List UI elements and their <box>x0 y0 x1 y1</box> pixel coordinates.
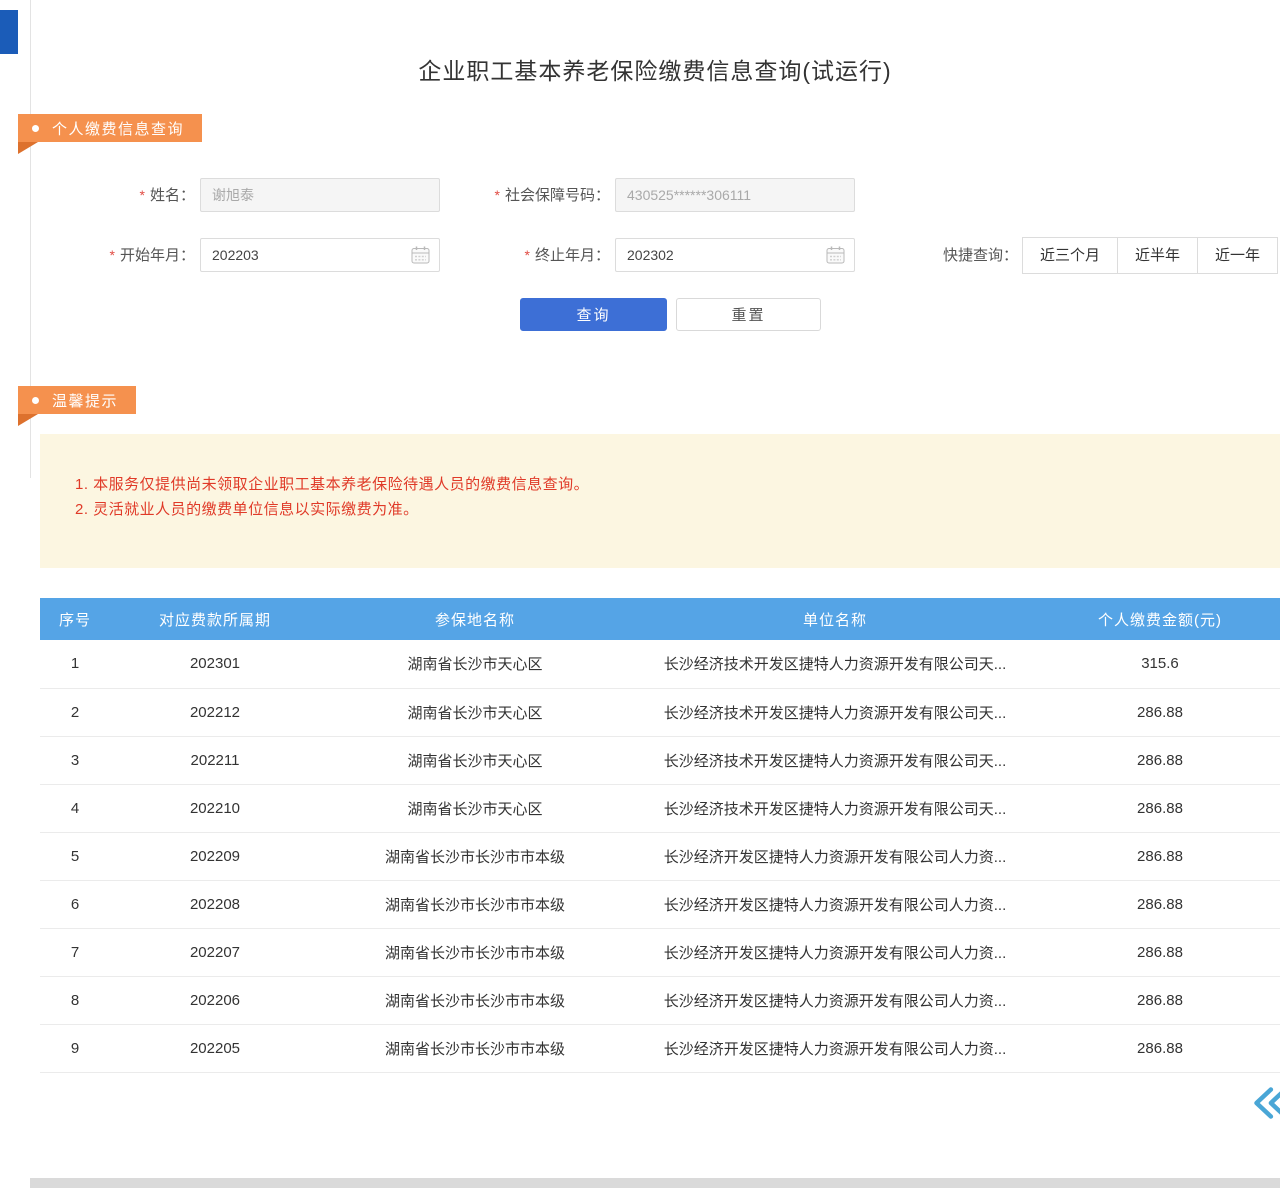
end-month-input[interactable] <box>615 238 855 272</box>
start-month-label: *开始年月： <box>40 238 195 272</box>
query-button[interactable]: 查询 <box>520 298 667 331</box>
table-row: 1 202301 湖南省长沙市天心区 长沙经济技术开发区捷特人力资源开发有限公司… <box>40 640 1280 688</box>
cell-amount: 286.88 <box>1040 1024 1280 1072</box>
bullet-icon <box>32 125 39 132</box>
table-row: 8 202206 湖南省长沙市长沙市市本级 长沙经济开发区捷特人力资源开发有限公… <box>40 976 1280 1024</box>
cell-index: 9 <box>40 1024 110 1072</box>
required-mark: * <box>495 187 500 203</box>
cell-insured-place: 湖南省长沙市天心区 <box>320 784 630 832</box>
cell-unit-name: 长沙经济开发区捷特人力资源开发有限公司人力资... <box>630 976 1040 1024</box>
cell-unit-name: 长沙经济技术开发区捷特人力资源开发有限公司天... <box>630 640 1040 688</box>
required-mark: * <box>110 247 115 263</box>
section-badge-label: 温馨提示 <box>52 390 118 411</box>
required-mark: * <box>140 187 145 203</box>
start-month-input[interactable] <box>200 238 440 272</box>
cell-period: 202205 <box>110 1024 320 1072</box>
cell-index: 4 <box>40 784 110 832</box>
calendar-icon[interactable] <box>826 246 845 264</box>
results-table: 序号 对应费款所属期 参保地名称 单位名称 个人缴费金额(元) 1 202301… <box>40 598 1280 1073</box>
table-row: 7 202207 湖南省长沙市长沙市市本级 长沙经济开发区捷特人力资源开发有限公… <box>40 928 1280 976</box>
name-input[interactable] <box>200 178 440 212</box>
cell-unit-name: 长沙经济技术开发区捷特人力资源开发有限公司天... <box>630 688 1040 736</box>
cell-period: 202208 <box>110 880 320 928</box>
ribbon-fold <box>18 414 38 426</box>
cell-period: 202212 <box>110 688 320 736</box>
cell-index: 5 <box>40 832 110 880</box>
col-header-unit-name: 单位名称 <box>630 598 1040 640</box>
table-header-row: 序号 对应费款所属期 参保地名称 单位名称 个人缴费金额(元) <box>40 598 1280 640</box>
cell-period: 202206 <box>110 976 320 1024</box>
cell-amount: 286.88 <box>1040 832 1280 880</box>
cell-insured-place: 湖南省长沙市天心区 <box>320 736 630 784</box>
table-row: 2 202212 湖南省长沙市天心区 长沙经济技术开发区捷特人力资源开发有限公司… <box>40 688 1280 736</box>
col-header-index: 序号 <box>40 598 110 640</box>
col-header-insured-place: 参保地名称 <box>320 598 630 640</box>
section-badge-personal-query: 个人缴费信息查询 <box>18 114 202 142</box>
section-badge-tips: 温馨提示 <box>18 386 136 414</box>
table-row: 9 202205 湖南省长沙市长沙市市本级 长沙经济开发区捷特人力资源开发有限公… <box>40 1024 1280 1072</box>
ssn-input[interactable] <box>615 178 855 212</box>
notice-line-2: 2. 灵活就业人员的缴费单位信息以实际缴费为准。 <box>75 498 419 519</box>
cell-amount: 315.6 <box>1040 640 1280 688</box>
table-row: 5 202209 湖南省长沙市长沙市市本级 长沙经济开发区捷特人力资源开发有限公… <box>40 832 1280 880</box>
double-chevron-left-icon[interactable] <box>1252 1084 1280 1122</box>
table-row: 6 202208 湖南省长沙市长沙市市本级 长沙经济开发区捷特人力资源开发有限公… <box>40 880 1280 928</box>
cell-index: 3 <box>40 736 110 784</box>
cell-insured-place: 湖南省长沙市长沙市市本级 <box>320 880 630 928</box>
cell-unit-name: 长沙经济开发区捷特人力资源开发有限公司人力资... <box>630 1024 1040 1072</box>
cell-amount: 286.88 <box>1040 784 1280 832</box>
cell-insured-place: 湖南省长沙市长沙市市本级 <box>320 1024 630 1072</box>
table-row: 3 202211 湖南省长沙市天心区 长沙经济技术开发区捷特人力资源开发有限公司… <box>40 736 1280 784</box>
notice-line-1: 1. 本服务仅提供尚未领取企业职工基本养老保险待遇人员的缴费信息查询。 <box>75 473 589 494</box>
cell-amount: 286.88 <box>1040 880 1280 928</box>
quick-btn-last-3-months[interactable]: 近三个月 <box>1022 237 1118 274</box>
cell-period: 202210 <box>110 784 320 832</box>
cell-index: 2 <box>40 688 110 736</box>
bullet-icon <box>32 397 39 404</box>
section-badge-label: 个人缴费信息查询 <box>52 118 184 139</box>
quick-query-group: 近三个月 近半年 近一年 <box>1022 237 1278 274</box>
ssn-label: *社会保障号码： <box>440 178 610 212</box>
cell-unit-name: 长沙经济技术开发区捷特人力资源开发有限公司天... <box>630 784 1040 832</box>
reset-button[interactable]: 重置 <box>676 298 821 331</box>
cell-period: 202301 <box>110 640 320 688</box>
cell-unit-name: 长沙经济开发区捷特人力资源开发有限公司人力资... <box>630 880 1040 928</box>
ribbon-fold <box>18 142 38 154</box>
end-month-label: *终止年月： <box>455 238 610 272</box>
bottom-scrollbar[interactable] <box>30 1178 1280 1188</box>
cell-insured-place: 湖南省长沙市天心区 <box>320 640 630 688</box>
cell-insured-place: 湖南省长沙市长沙市市本级 <box>320 928 630 976</box>
cell-index: 6 <box>40 880 110 928</box>
quick-query-label: 快捷查询： <box>905 238 1018 274</box>
cell-amount: 286.88 <box>1040 736 1280 784</box>
required-mark: * <box>525 247 530 263</box>
sidebar-corner-tab[interactable] <box>0 10 18 54</box>
cell-unit-name: 长沙经济技术开发区捷特人力资源开发有限公司天... <box>630 736 1040 784</box>
table-row: 4 202210 湖南省长沙市天心区 长沙经济技术开发区捷特人力资源开发有限公司… <box>40 784 1280 832</box>
cell-period: 202211 <box>110 736 320 784</box>
cell-period: 202209 <box>110 832 320 880</box>
cell-index: 7 <box>40 928 110 976</box>
cell-unit-name: 长沙经济开发区捷特人力资源开发有限公司人力资... <box>630 928 1040 976</box>
calendar-icon[interactable] <box>411 246 430 264</box>
notice-box: 1. 本服务仅提供尚未领取企业职工基本养老保险待遇人员的缴费信息查询。 2. 灵… <box>40 434 1280 568</box>
cell-unit-name: 长沙经济开发区捷特人力资源开发有限公司人力资... <box>630 832 1040 880</box>
cell-insured-place: 湖南省长沙市长沙市市本级 <box>320 832 630 880</box>
cell-period: 202207 <box>110 928 320 976</box>
quick-btn-last-half-year[interactable]: 近半年 <box>1117 237 1198 274</box>
table-body: 1 202301 湖南省长沙市天心区 长沙经济技术开发区捷特人力资源开发有限公司… <box>40 640 1280 1072</box>
cell-amount: 286.88 <box>1040 688 1280 736</box>
page-title: 企业职工基本养老保险缴费信息查询(试运行) <box>30 52 1280 86</box>
col-header-period: 对应费款所属期 <box>110 598 320 640</box>
cell-index: 8 <box>40 976 110 1024</box>
page: 企业职工基本养老保险缴费信息查询(试运行) 个人缴费信息查询 *姓名： *社会保… <box>0 0 1280 1188</box>
col-header-amount: 个人缴费金额(元) <box>1040 598 1280 640</box>
cell-amount: 286.88 <box>1040 976 1280 1024</box>
quick-btn-last-year[interactable]: 近一年 <box>1197 237 1278 274</box>
name-label: *姓名： <box>40 178 195 212</box>
cell-amount: 286.88 <box>1040 928 1280 976</box>
cell-insured-place: 湖南省长沙市天心区 <box>320 688 630 736</box>
cell-index: 1 <box>40 640 110 688</box>
cell-insured-place: 湖南省长沙市长沙市市本级 <box>320 976 630 1024</box>
